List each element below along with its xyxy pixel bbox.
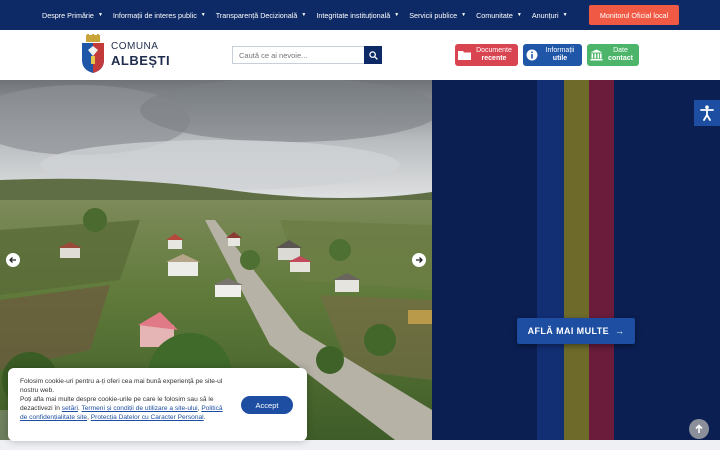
quick-link-label: Informații utile bbox=[541, 47, 582, 63]
informatii-utile-button[interactable]: Informații utile bbox=[523, 44, 582, 66]
search-button[interactable] bbox=[364, 46, 382, 64]
quick-link-line1: Informații bbox=[545, 47, 575, 54]
arrow-right-icon: → bbox=[615, 326, 625, 336]
caret-down-icon: ▼ bbox=[97, 12, 103, 18]
cookie-consent-banner: Folosim cookie-uri pentru a-ți oferi cea… bbox=[8, 368, 307, 441]
info-icon bbox=[523, 44, 541, 66]
terms-link[interactable]: Termeni și condiții de utilizare a site-… bbox=[81, 405, 197, 412]
nav-item-despre-primarie[interactable]: Despre Primărie ▼ bbox=[42, 11, 103, 20]
institution-icon bbox=[587, 44, 605, 66]
slider-next-button[interactable] bbox=[412, 253, 426, 267]
caret-down-icon: ▼ bbox=[562, 12, 568, 18]
slider-prev-button[interactable] bbox=[6, 253, 20, 267]
decor-band bbox=[589, 80, 614, 440]
caret-down-icon: ▼ bbox=[394, 12, 400, 18]
logo-line2: ALBEȘTI bbox=[111, 52, 171, 68]
quick-link-line2: recente bbox=[481, 55, 507, 62]
nav-item-label: Comunitate bbox=[476, 10, 513, 20]
scroll-to-top-button[interactable] bbox=[689, 419, 709, 439]
data-protection-link[interactable]: Protecția Datelor cu Caracter Personal bbox=[91, 414, 204, 421]
hero-side-panel bbox=[432, 80, 720, 440]
caret-down-icon: ▼ bbox=[301, 12, 307, 18]
decor-band bbox=[537, 80, 564, 440]
quick-link-label: Date contact bbox=[605, 47, 639, 63]
arrow-up-icon bbox=[695, 424, 703, 433]
arrow-left-icon bbox=[9, 257, 16, 263]
arrow-right-icon bbox=[416, 257, 423, 263]
monitor-oficial-button[interactable]: Monitorul Oficial local bbox=[589, 5, 679, 25]
site-logo[interactable]: COMUNA ALBEȘTI bbox=[80, 34, 170, 74]
learn-more-label: AFLĂ MAI MULTE bbox=[527, 326, 609, 336]
footer-pattern-strip bbox=[0, 440, 720, 450]
accessibility-button[interactable] bbox=[694, 100, 720, 126]
date-contact-button[interactable]: Date contact bbox=[587, 44, 639, 66]
cookie-settings-link[interactable]: setări bbox=[62, 405, 78, 412]
quick-link-label: Documente recente bbox=[473, 47, 518, 63]
nav-item-label: Despre Primărie bbox=[42, 10, 94, 20]
caret-down-icon: ▼ bbox=[516, 12, 522, 18]
nav-item-transparenta-decizionala[interactable]: Transparență Decizională ▼ bbox=[216, 11, 307, 20]
nav-item-comunitate[interactable]: Comunitate ▼ bbox=[476, 11, 522, 20]
cookie-message: Folosim cookie-uri pentru a-ți oferi cea… bbox=[20, 378, 223, 421]
quick-link-line2: utile bbox=[552, 55, 568, 62]
quick-link-line1: Date bbox=[613, 47, 628, 54]
search-bar bbox=[232, 46, 382, 64]
quick-link-line1: Documente bbox=[476, 47, 512, 54]
nav-item-anunturi[interactable]: Anunțuri ▼ bbox=[532, 11, 568, 20]
logo-line1: COMUNA bbox=[111, 40, 159, 52]
accept-cookies-button[interactable]: Accept bbox=[241, 396, 293, 414]
search-icon bbox=[368, 50, 378, 60]
search-input[interactable] bbox=[232, 46, 364, 64]
nav-item-label: Informații de interes public bbox=[112, 10, 197, 20]
learn-more-button[interactable]: AFLĂ MAI MULTE → bbox=[517, 318, 635, 344]
accessibility-icon bbox=[700, 105, 714, 121]
logo-text: COMUNA ALBEȘTI bbox=[111, 40, 171, 68]
coat-of-arms-icon bbox=[82, 34, 104, 73]
nav-item-servicii-publice[interactable]: Servicii publice ▼ bbox=[409, 11, 466, 20]
nav-item-label: Servicii publice bbox=[409, 10, 458, 20]
caret-down-icon: ▼ bbox=[461, 12, 467, 18]
decor-band bbox=[564, 80, 589, 440]
top-navigation: Despre Primărie ▼ Informații de interes p… bbox=[0, 0, 720, 30]
nav-item-label: Anunțuri bbox=[531, 10, 559, 20]
nav-item-informatii-interes-public[interactable]: Informații de interes public ▼ bbox=[113, 11, 206, 20]
cookie-line1: Folosim cookie-uri pentru a-ți oferi cea… bbox=[20, 378, 223, 394]
nav-item-integritate-institutionala[interactable]: Integritate instituțională ▼ bbox=[316, 11, 399, 20]
quick-link-line2: contact bbox=[608, 55, 633, 62]
documente-recente-button[interactable]: Documente recente bbox=[455, 44, 518, 66]
caret-down-icon: ▼ bbox=[200, 12, 206, 18]
folder-icon bbox=[455, 44, 473, 66]
nav-item-label: Integritate instituțională bbox=[316, 10, 391, 20]
nav-item-label: Transparență Decizională bbox=[215, 10, 298, 20]
